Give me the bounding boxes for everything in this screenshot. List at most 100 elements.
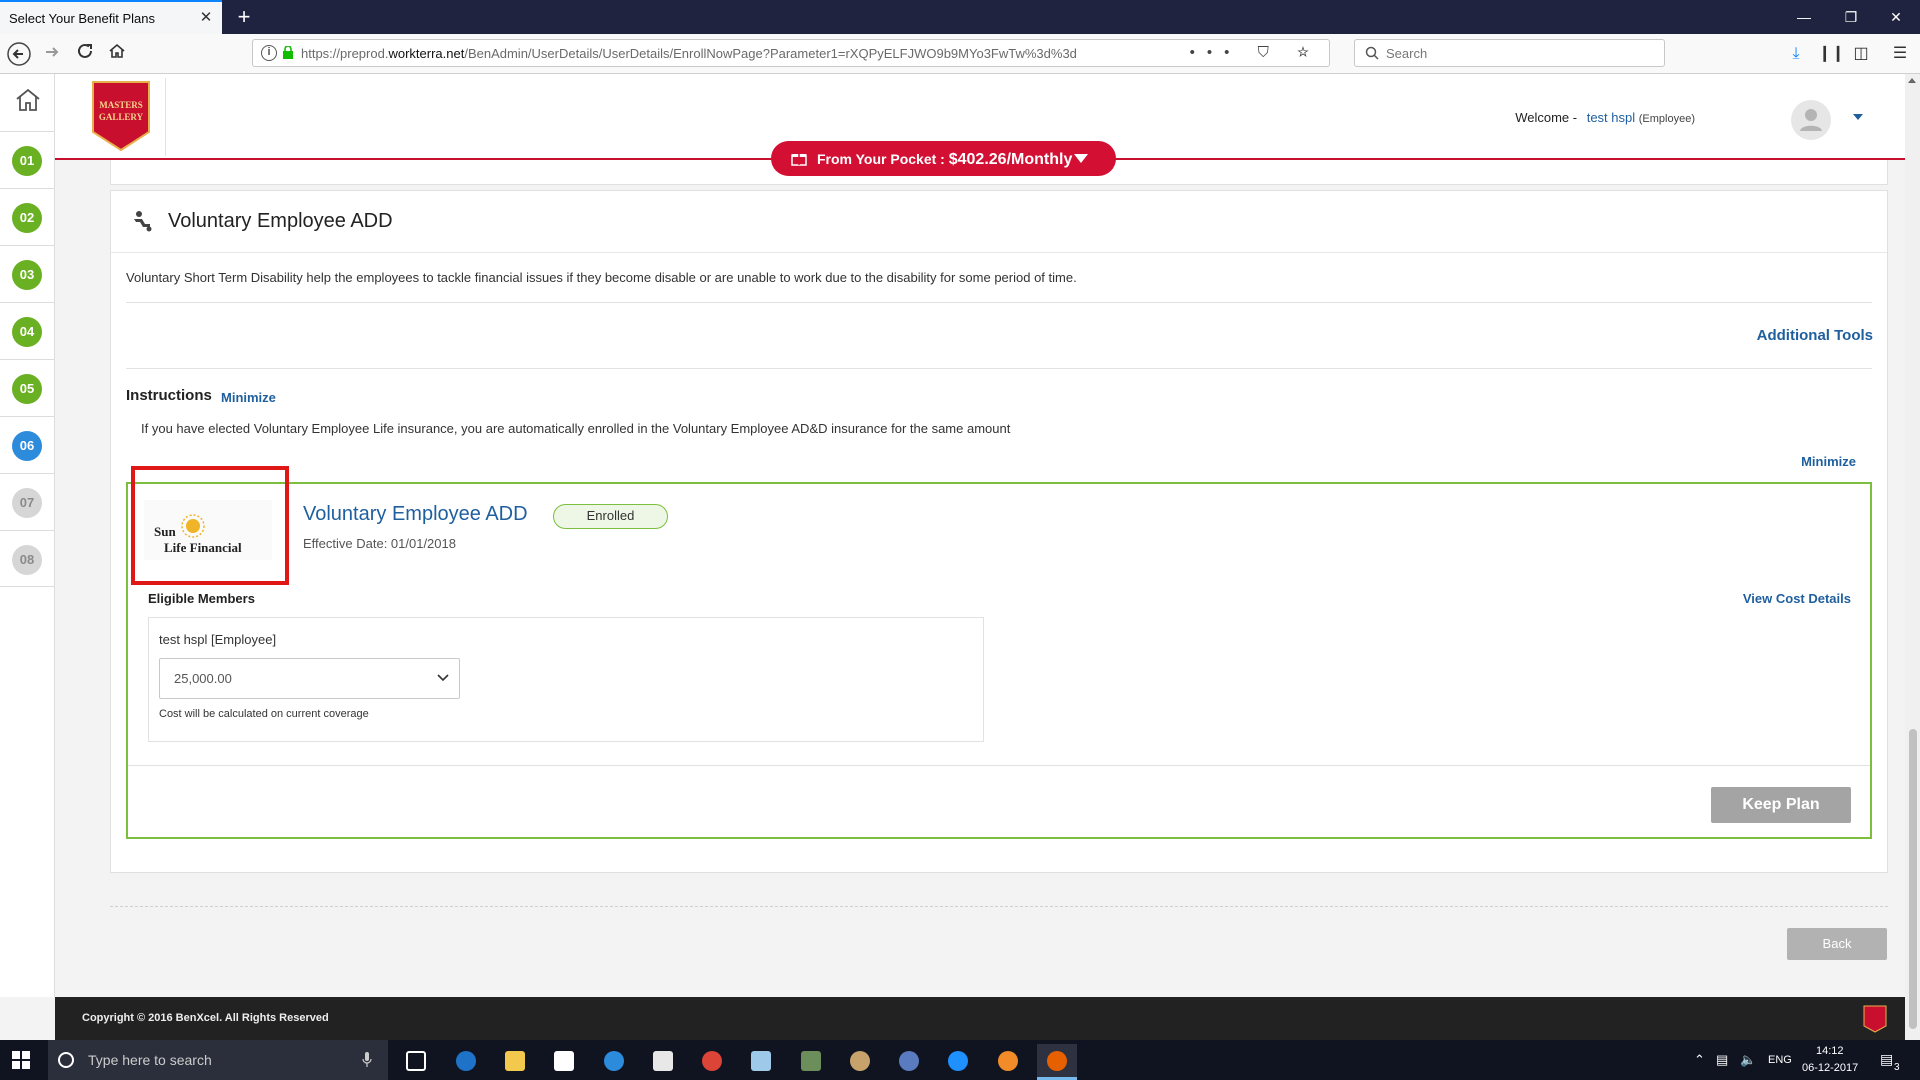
step-06[interactable]: 06 [0, 416, 55, 473]
page-actions-icons[interactable]: ••• ⛉ ☆ [1190, 44, 1321, 61]
firefox-icon[interactable] [1037, 1044, 1077, 1080]
from-your-pocket-banner[interactable]: From Your Pocket : $402.26/Monthly [771, 141, 1116, 176]
coverage-amount-select[interactable]: 25,000.00 [159, 658, 460, 699]
app-icon[interactable] [988, 1044, 1028, 1080]
step-05[interactable]: 05 [0, 359, 55, 416]
divider [126, 302, 1872, 303]
tray-chevron-icon[interactable]: ⌃ [1694, 1052, 1705, 1068]
network-icon[interactable] [889, 1044, 929, 1080]
step-08[interactable]: 08 [0, 530, 55, 587]
user-menu-caret-icon[interactable] [1853, 114, 1863, 120]
dashed-divider [110, 906, 1888, 907]
internet-explorer-icon[interactable] [938, 1044, 978, 1080]
step-03[interactable]: 03 [0, 245, 55, 302]
home-icon[interactable] [104, 42, 130, 66]
divider [128, 765, 1870, 766]
user-name[interactable]: test hspl [1587, 110, 1635, 125]
view-cost-details-link[interactable]: View Cost Details [1743, 591, 1851, 606]
additional-tools-link[interactable]: Additional Tools [1757, 327, 1873, 344]
accident-person-icon [134, 211, 152, 232]
browser-tab-bar: Select Your Benefit Plans ✕ + — ❐ ✕ [0, 0, 1920, 34]
close-tab-icon[interactable]: ✕ [198, 10, 214, 26]
divider [126, 368, 1872, 369]
downloads-icon[interactable]: ⤓ [1784, 42, 1808, 66]
site-info-icon[interactable]: i [261, 45, 277, 61]
mail-icon[interactable] [643, 1044, 683, 1080]
browser-nav-bar: i https://preprod.workterra.net/BenAdmin… [0, 34, 1920, 74]
windows-start-icon[interactable] [12, 1051, 30, 1069]
plan-minimize-link[interactable]: Minimize [1801, 454, 1856, 469]
close-window-icon[interactable]: ✕ [1881, 6, 1911, 28]
volume-icon[interactable]: 🔈 [1740, 1052, 1756, 1068]
minimize-window-icon[interactable]: — [1789, 6, 1819, 28]
lock-icon [283, 46, 293, 59]
user-role: (Employee) [1638, 113, 1695, 125]
chrome-icon[interactable] [692, 1044, 732, 1080]
reload-icon[interactable] [72, 42, 98, 66]
address-bar[interactable]: i https://preprod.workterra.net/BenAdmin… [252, 39, 1330, 67]
caret-down-icon[interactable] [1074, 154, 1088, 163]
library-icon[interactable]: ❙❙ [1818, 42, 1845, 66]
eligible-members-title: Eligible Members [148, 591, 255, 606]
step-circle: 07 [12, 488, 42, 518]
welcome-label: Welcome - [1515, 110, 1578, 125]
step-circle: 03 [12, 260, 42, 290]
search-icon [1365, 46, 1379, 60]
notepad-icon[interactable] [741, 1044, 781, 1080]
scroll-thumb[interactable] [1909, 729, 1917, 1029]
new-tab-button[interactable]: + [232, 4, 256, 30]
copyright-text: Copyright © 2016 BenXcel. All Rights Res… [82, 1012, 329, 1024]
member-name: test hspl [Employee] [159, 632, 277, 647]
notification-center-icon[interactable]: ▤ [1880, 1051, 1893, 1068]
back-arrow-icon[interactable] [6, 42, 32, 66]
section-title: Voluntary Employee ADD [168, 210, 393, 232]
step-07[interactable]: 07 [0, 473, 55, 530]
search-placeholder: Search [1386, 46, 1428, 61]
store-icon[interactable] [544, 1044, 584, 1080]
browser-tab[interactable]: Select Your Benefit Plans ✕ [0, 0, 222, 34]
edge-icon[interactable] [446, 1044, 486, 1080]
avatar[interactable] [1791, 100, 1831, 140]
instructions-minimize-link[interactable]: Minimize [221, 390, 276, 405]
step-circle: 06 [12, 431, 42, 461]
taskbar-search-box[interactable]: Type here to search [48, 1040, 388, 1080]
paint-icon[interactable] [840, 1044, 880, 1080]
pocket-text: From Your Pocket : $402.26/Monthly [817, 151, 1073, 168]
step-circle: 04 [12, 317, 42, 347]
logo-divider [165, 78, 166, 156]
plan-box: Sun Life Financial Voluntary Employee AD… [126, 482, 1872, 839]
home-icon[interactable] [14, 86, 42, 114]
masters-gallery-logo[interactable]: MASTERS GALLERY [91, 80, 151, 152]
app-icon[interactable] [594, 1044, 634, 1080]
file-explorer-icon[interactable] [495, 1044, 535, 1080]
clock-time[interactable]: 14:12 [1816, 1045, 1844, 1057]
coverage-note: Cost will be calculated on current cover… [159, 708, 369, 720]
forward-arrow-icon[interactable] [39, 42, 65, 66]
back-button[interactable]: Back [1787, 928, 1887, 960]
step-02[interactable]: 02 [0, 188, 55, 245]
network-tray-icon[interactable]: ▤ [1716, 1052, 1728, 1068]
section-description: Voluntary Short Term Disability help the… [126, 270, 1077, 285]
page-scrollbar[interactable] [1905, 74, 1920, 1040]
restore-window-icon[interactable]: ❐ [1836, 6, 1866, 28]
task-view-icon[interactable] [396, 1044, 436, 1080]
step-04[interactable]: 04 [0, 302, 55, 359]
sidebar-icon[interactable]: ◫ [1849, 42, 1873, 66]
instructions-title: Instructions [126, 387, 212, 404]
microphone-icon[interactable] [362, 1052, 372, 1068]
scroll-up-arrow-icon[interactable] [1908, 78, 1916, 83]
archive-icon[interactable] [791, 1044, 831, 1080]
welcome-text: Welcome - test hspl (Employee) [1515, 110, 1695, 125]
member-coverage-box: test hspl [Employee] 25,000.00 Cost will… [148, 617, 984, 742]
keep-plan-button[interactable]: Keep Plan [1711, 787, 1851, 823]
gift-icon [791, 154, 807, 166]
svg-text:MASTERS: MASTERS [99, 100, 143, 110]
taskbar-search-placeholder: Type here to search [88, 1052, 212, 1068]
browser-search-bar[interactable]: Search [1354, 39, 1665, 67]
language-indicator[interactable]: ENG [1768, 1054, 1792, 1066]
menu-icon[interactable]: ☰ [1888, 42, 1912, 66]
step-rail: 01 02 03 04 05 06 07 08 [0, 74, 55, 997]
clock-date[interactable]: 06-12-2017 [1802, 1062, 1858, 1074]
step-01[interactable]: 01 [0, 131, 55, 188]
card-header: Voluntary Employee ADD [111, 191, 1887, 253]
